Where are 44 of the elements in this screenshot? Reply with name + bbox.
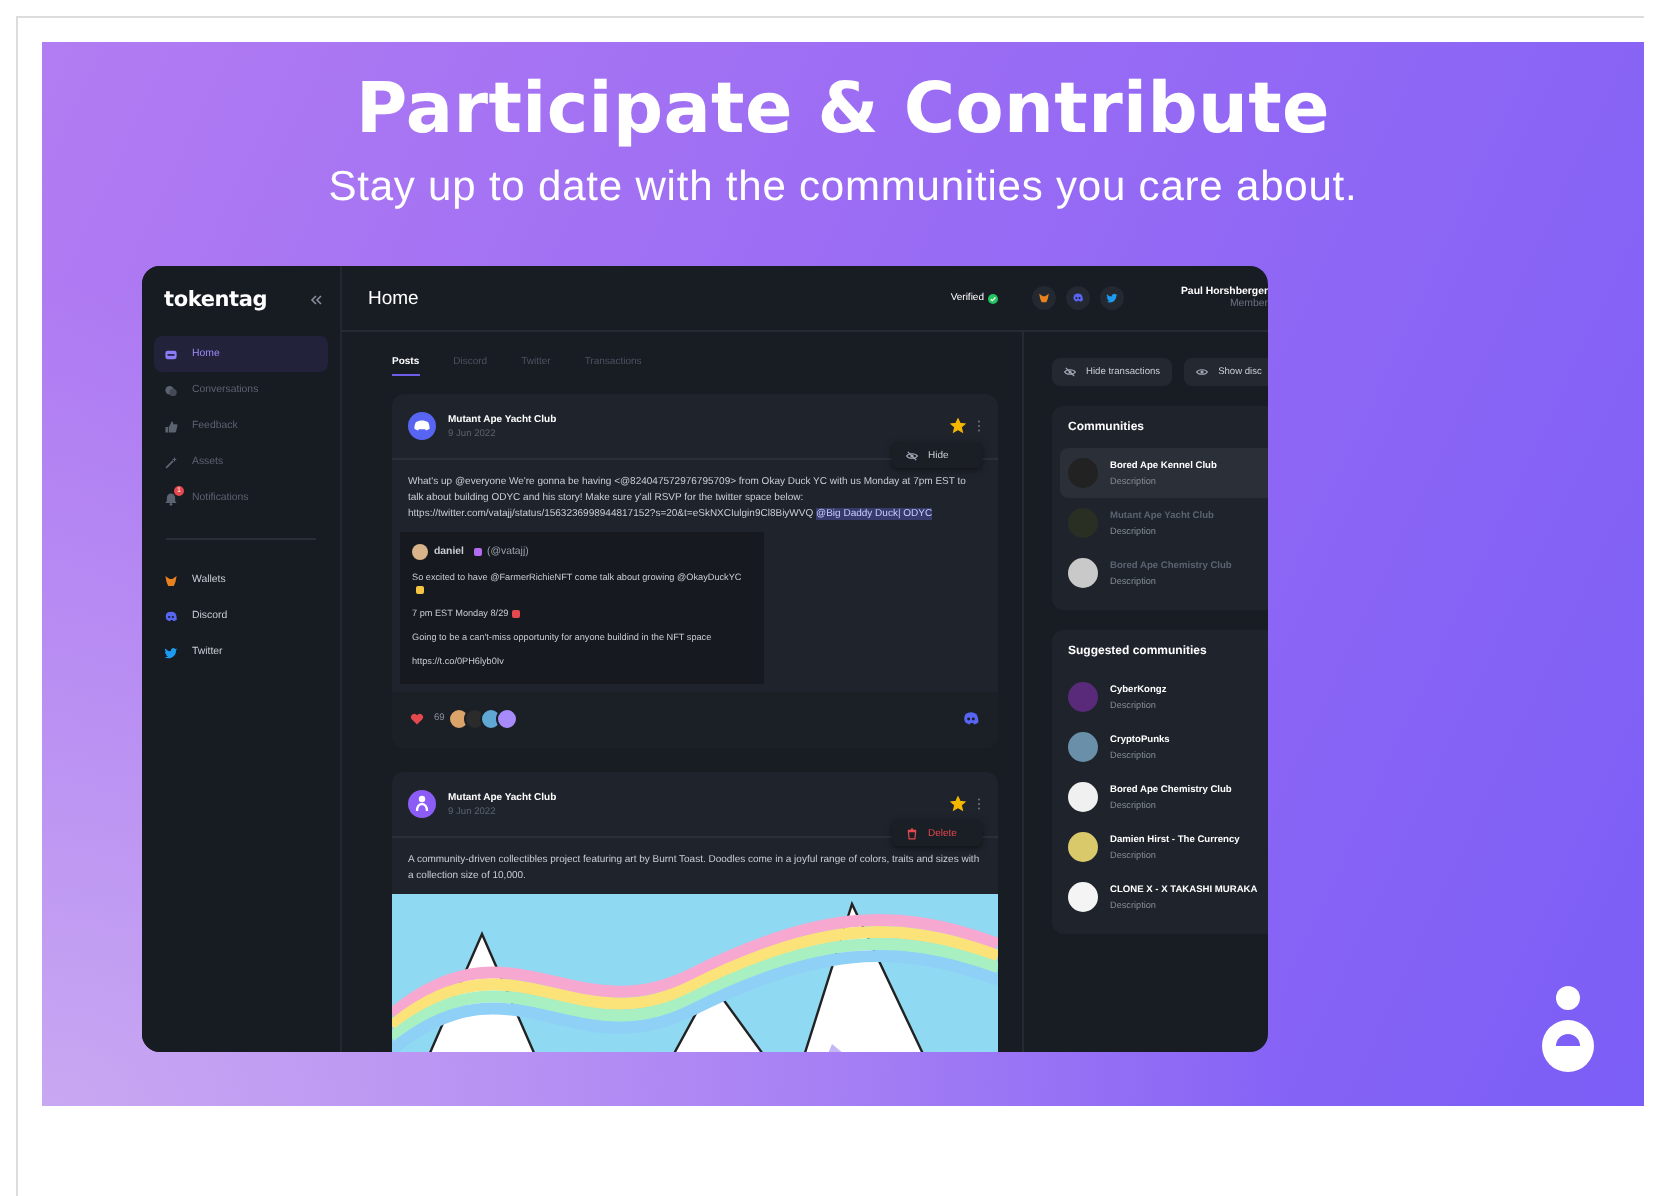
icon-button[interactable] <box>1100 286 1124 310</box>
discord-icon <box>1072 292 1084 304</box>
bell-icon <box>164 491 178 505</box>
avatar <box>412 544 428 560</box>
star-icon[interactable] <box>950 796 966 812</box>
emoji-icon <box>416 585 423 594</box>
icon-button[interactable] <box>1066 286 1090 310</box>
check-circle-icon <box>988 293 998 303</box>
eye-slash-icon <box>1064 366 1076 378</box>
bird-icon <box>164 645 178 659</box>
star-icon[interactable] <box>950 418 966 434</box>
wand-icon <box>164 455 178 469</box>
discord-icon <box>962 710 980 728</box>
eye-icon <box>1196 366 1209 378</box>
emoji-icon <box>512 609 520 618</box>
community-avatar <box>1068 732 1098 762</box>
bird-icon <box>1106 292 1118 304</box>
avatar <box>448 708 471 730</box>
discord-icon <box>408 412 436 440</box>
trash-icon <box>906 827 918 839</box>
banner-subtitle: Stay up to date with the communities you care about. <box>328 164 1358 212</box>
fox-icon <box>1038 292 1050 304</box>
community-avatar <box>1068 782 1098 812</box>
page-title: Home <box>368 287 421 309</box>
app-logo: tokentag <box>164 287 268 311</box>
avatar <box>464 708 487 730</box>
avatar <box>496 708 519 730</box>
community-avatar <box>1068 558 1098 588</box>
window-icon <box>164 347 178 361</box>
avatar-icon <box>408 790 436 818</box>
community-avatar <box>1068 882 1098 912</box>
eye-slash-icon <box>906 449 918 461</box>
logo-icon <box>1536 986 1600 1078</box>
banner-title: Participate & Contribute <box>356 70 1330 150</box>
chat-bubbles-icon <box>164 383 178 397</box>
community-avatar <box>1068 682 1098 712</box>
fox-icon <box>164 573 178 587</box>
discord-icon <box>164 609 178 623</box>
icon-button[interactable] <box>1032 286 1056 310</box>
collapse-icon[interactable] <box>310 293 322 305</box>
thumbs-up-icon <box>164 419 178 433</box>
heart-icon[interactable] <box>410 712 424 726</box>
community-avatar <box>1068 832 1098 862</box>
emoji-icon <box>474 548 481 556</box>
